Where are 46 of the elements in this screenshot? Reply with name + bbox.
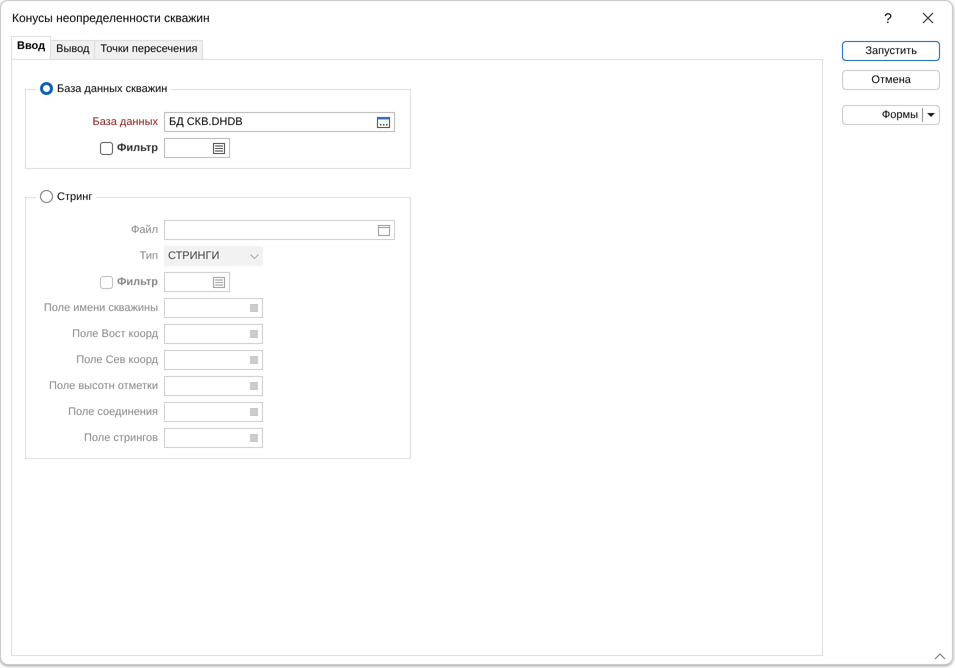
radio-button[interactable] xyxy=(40,190,53,203)
chevron-up-icon[interactable] xyxy=(934,652,946,660)
run-button[interactable]: Запустить xyxy=(842,41,940,61)
field-label: Поле имени скважины xyxy=(42,302,159,314)
field-label: Поле Сев коорд xyxy=(75,354,159,366)
field-label: Тип xyxy=(138,250,159,262)
checkbox-label: Фильтр xyxy=(116,276,158,288)
ellipsis-icon[interactable] xyxy=(377,116,390,128)
list-icon[interactable] xyxy=(250,356,258,364)
field-selector[interactable] xyxy=(164,428,263,448)
file-field[interactable]: БД СКВ.DHDB xyxy=(164,112,395,132)
group-title: База данных скважин xyxy=(57,82,168,94)
tab[interactable]: Вывод xyxy=(50,40,96,59)
list-icon[interactable] xyxy=(250,382,258,390)
file-field[interactable] xyxy=(164,220,395,240)
list-icon[interactable] xyxy=(250,304,258,312)
field-selector[interactable] xyxy=(164,376,263,396)
tab[interactable]: Точки пересечения xyxy=(94,40,204,59)
field-selector[interactable] xyxy=(164,402,263,422)
field-label: Поле Вост коорд xyxy=(71,328,159,340)
checkbox-label: Фильтр xyxy=(116,142,158,154)
forms-split-button[interactable]: Формы xyxy=(842,105,940,125)
help-button[interactable]: ? xyxy=(878,10,898,26)
field-label: База данных xyxy=(91,116,159,128)
window-title: Конусы неопределенности скважин xyxy=(12,11,211,25)
dropdown-arrow-icon[interactable] xyxy=(927,113,935,117)
cancel-button[interactable]: Отмена xyxy=(842,70,940,90)
field-selector[interactable] xyxy=(164,298,263,318)
field-selector[interactable] xyxy=(164,324,263,344)
radio-button[interactable] xyxy=(40,82,53,95)
field-selector[interactable] xyxy=(164,350,263,370)
list-icon[interactable] xyxy=(250,434,258,442)
table-icon[interactable] xyxy=(213,142,225,154)
group-title: Стринг xyxy=(57,190,92,202)
close-icon[interactable] xyxy=(922,12,934,24)
filter-checkbox[interactable] xyxy=(100,142,113,154)
filter-field[interactable] xyxy=(164,138,230,158)
field-label: Файл xyxy=(130,224,159,236)
filter-field[interactable] xyxy=(164,272,230,292)
field-label: Поле соединения xyxy=(67,406,159,418)
list-icon[interactable] xyxy=(250,408,258,416)
field-label: Поле стрингов xyxy=(83,432,159,444)
field-label: Поле высотн отметки xyxy=(48,380,159,392)
window-icon[interactable] xyxy=(378,224,390,236)
tab[interactable]: Ввод xyxy=(11,36,52,59)
list-icon[interactable] xyxy=(250,330,258,338)
